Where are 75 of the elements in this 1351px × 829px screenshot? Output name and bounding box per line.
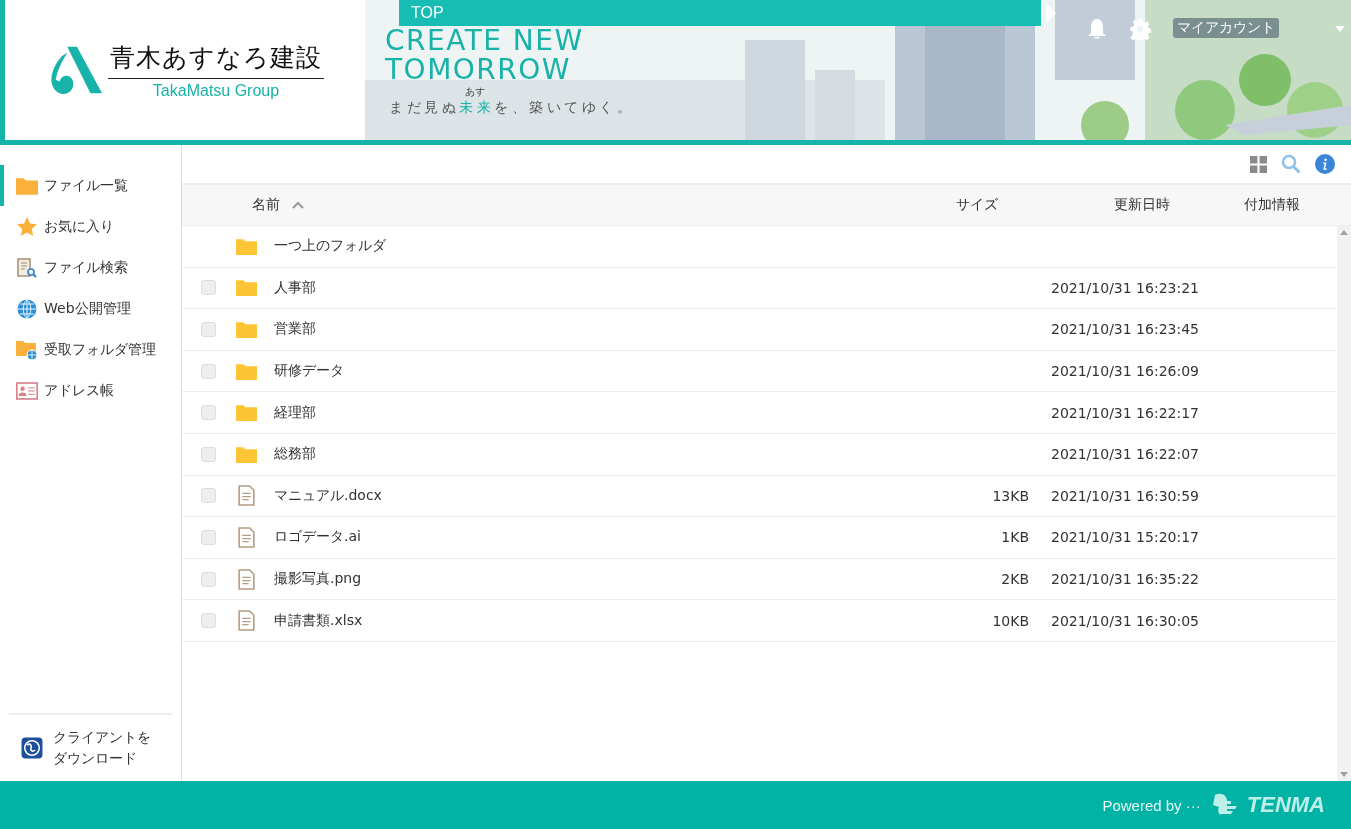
info-icon[interactable] <box>1315 154 1335 174</box>
column-header[interactable]: 更新日時 <box>1037 196 1207 214</box>
document-icon <box>237 568 255 590</box>
search-icon[interactable] <box>1281 154 1301 174</box>
arrow-icon <box>1046 3 1056 23</box>
modified-date: 2021/10/31 16:30:59 <box>1050 487 1199 504</box>
folder-icon <box>235 445 257 463</box>
row-checkbox[interactable] <box>201 322 216 337</box>
file-name[interactable]: ロゴデータ.ai <box>274 528 361 547</box>
grid-view-icon[interactable] <box>1250 155 1267 173</box>
folder-icon <box>235 362 257 380</box>
bell-icon[interactable] <box>1087 18 1107 40</box>
folder-icon <box>235 321 257 338</box>
file-name[interactable]: 申請書類.xlsx <box>274 611 363 630</box>
ruby-text: あす <box>465 86 485 97</box>
document-icon <box>237 485 255 507</box>
file-name[interactable]: 一つ上のフォルダ <box>274 237 386 256</box>
file-name[interactable]: 研修データ <box>274 362 344 381</box>
file-size: 1KB <box>1001 529 1029 546</box>
row-checkbox[interactable] <box>201 571 216 587</box>
row-checkbox[interactable] <box>201 363 216 379</box>
column-header[interactable]: 付加情報 <box>1207 196 1337 214</box>
folder-globe-icon <box>16 339 38 360</box>
contact-card-icon <box>16 380 38 401</box>
row-checkbox[interactable] <box>201 280 216 296</box>
modified-date: 2021/10/31 16:22:07 <box>1050 446 1199 463</box>
modified-date: 2021/10/31 16:23:21 <box>1050 279 1199 296</box>
banner-tagline: まだ見ぬ未来を、築いてゆく。 <box>389 99 634 117</box>
row-checkbox[interactable] <box>201 613 216 629</box>
scrollbar[interactable] <box>1337 226 1351 781</box>
sidebar-item[interactable]: ファイル検索 <box>0 247 181 288</box>
file-name[interactable]: 撮影写真.png <box>274 570 362 589</box>
file-name[interactable]: マニュアル.docx <box>274 486 382 505</box>
globe-icon <box>16 298 38 319</box>
powered-by-text: Powered by ··· <box>1102 796 1201 814</box>
document-icon <box>237 610 255 632</box>
file-name[interactable]: 営業部 <box>274 320 316 339</box>
banner-headline: CREATE NEW <box>385 26 584 55</box>
file-name[interactable]: 総務部 <box>274 445 316 464</box>
scroll-down-icon[interactable] <box>1340 772 1348 777</box>
folder-icon <box>16 175 38 196</box>
file-size: 10KB <box>992 612 1029 629</box>
sidebar-item[interactable]: お気に入り <box>0 206 181 247</box>
star-icon <box>16 216 38 237</box>
file-size: 2KB <box>1001 571 1029 588</box>
caret-icon[interactable] <box>1335 26 1345 32</box>
company-name: 青木あすなろ建設 <box>108 40 324 79</box>
column-header[interactable]: サイズ <box>917 196 1037 214</box>
row-checkbox[interactable] <box>201 405 216 421</box>
document-icon <box>237 526 255 548</box>
sidebar-item[interactable]: 受取フォルダ管理 <box>0 329 181 370</box>
modified-date: 2021/10/31 16:35:22 <box>1050 571 1199 588</box>
folder-icon <box>235 279 257 297</box>
folder-icon <box>235 237 257 255</box>
column-header[interactable]: 名前 <box>252 196 917 214</box>
file-name[interactable]: 経理部 <box>274 403 316 422</box>
modified-date: 2021/10/31 16:30:05 <box>1050 612 1199 629</box>
settings-icon[interactable] <box>1129 18 1151 40</box>
sidebar-item[interactable]: アドレス帳 <box>0 370 181 411</box>
row-checkbox[interactable] <box>201 488 216 504</box>
group-name: TakaMatsu Group <box>152 81 280 100</box>
scroll-up-icon[interactable] <box>1340 230 1348 235</box>
document-search-icon <box>16 257 38 278</box>
modified-date: 2021/10/31 15:20:17 <box>1050 529 1199 546</box>
brand-logo: TENMA <box>1246 792 1325 818</box>
file-name[interactable]: 人事部 <box>274 278 316 297</box>
sidebar-item[interactable]: Web公開管理 <box>0 288 181 329</box>
modified-date: 2021/10/31 16:22:17 <box>1050 404 1199 421</box>
row-checkbox[interactable] <box>201 446 216 462</box>
folder-icon <box>235 404 257 422</box>
row-checkbox[interactable] <box>201 529 216 545</box>
modified-date: 2021/10/31 16:23:45 <box>1050 321 1199 338</box>
banner-headline: TOMORROW <box>385 55 572 84</box>
file-size: 13KB <box>992 487 1029 504</box>
modified-date: 2021/10/31 16:26:09 <box>1050 363 1199 380</box>
